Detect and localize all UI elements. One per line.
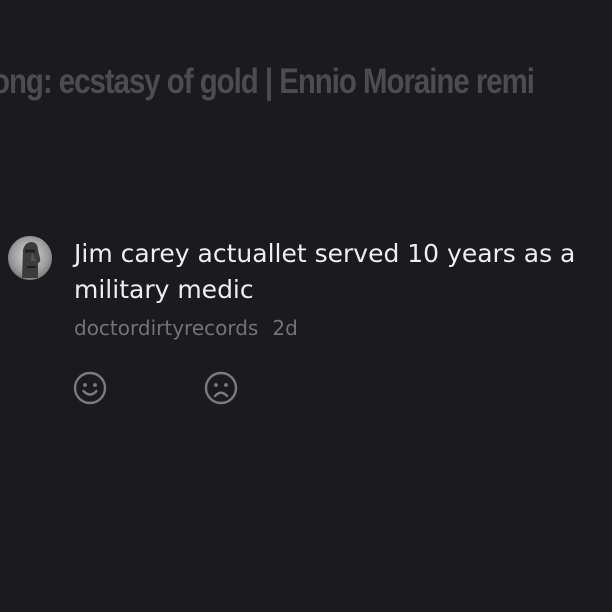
comment-age: 2d — [272, 316, 298, 340]
screen: ong: ecstasy of gold | Ennio Moraine rem… — [0, 0, 612, 612]
avatar[interactable] — [8, 236, 52, 280]
comment-meta: doctordirtyrecords 2d — [74, 316, 604, 340]
frowning-face-icon — [204, 371, 238, 405]
song-title-banner: ong: ecstasy of gold | Ennio Moraine rem… — [0, 62, 535, 101]
reaction-bar — [73, 371, 273, 407]
moai-avatar-icon — [8, 236, 52, 280]
comment-text: Jim carey actuallet served 10 years as a… — [74, 239, 576, 304]
smiley-face-icon — [73, 371, 107, 405]
comment-body: Jim carey actuallet served 10 years as a… — [74, 236, 604, 340]
like-button[interactable] — [73, 371, 107, 405]
comment-author[interactable]: doctordirtyrecords — [74, 316, 258, 340]
dislike-button[interactable] — [204, 371, 238, 405]
